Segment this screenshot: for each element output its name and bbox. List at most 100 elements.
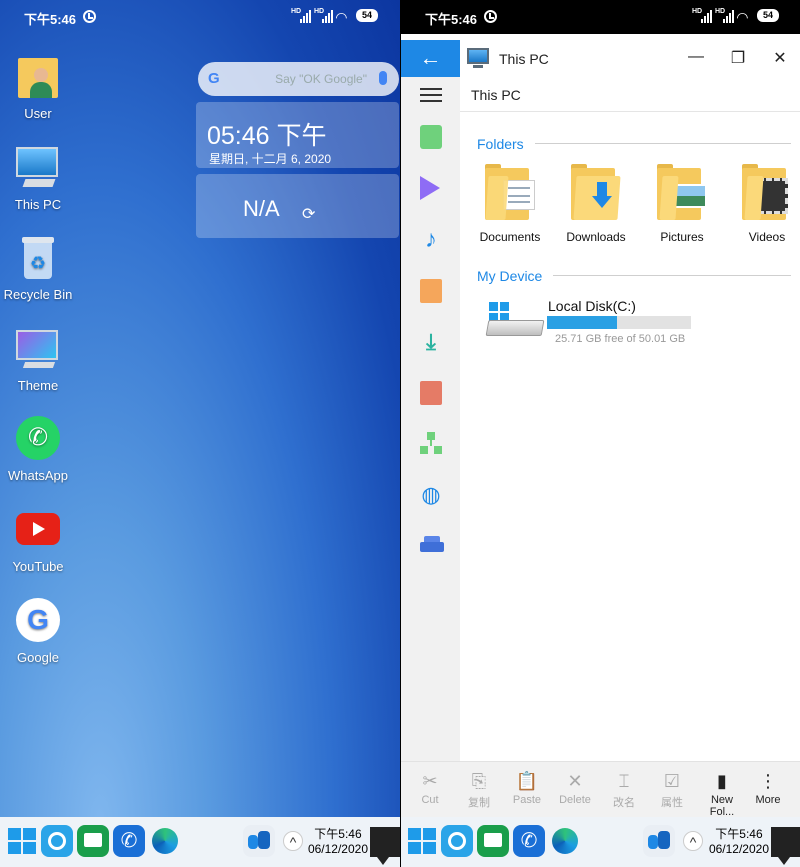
action-label: 复制 xyxy=(468,797,490,809)
folder-label: Pictures xyxy=(660,230,704,244)
action-label: Cut xyxy=(421,794,439,806)
desktop-icon-whatsapp[interactable]: ✆ WhatsApp xyxy=(0,414,76,483)
chevron-up-icon[interactable]: ^ xyxy=(683,831,703,851)
action-label: Paste xyxy=(512,794,542,806)
disk-usage-bar xyxy=(547,316,691,329)
sidebar-music-icon[interactable]: ♪ xyxy=(420,228,442,252)
taskbar-clock[interactable]: 下午5:46 06/12/2020 xyxy=(308,827,368,857)
status-time: 下午5:46 xyxy=(425,12,478,27)
action-label: Delete xyxy=(559,794,591,806)
phone-icon[interactable]: ✆ xyxy=(113,825,145,857)
desktop-icon-theme[interactable]: Theme xyxy=(0,324,76,393)
signal-icon xyxy=(701,9,712,23)
desktop-icon-this-pc[interactable]: This PC xyxy=(0,143,76,212)
people-icon[interactable] xyxy=(243,825,275,857)
folder-label: Documents xyxy=(479,230,541,244)
clock-date: 星期日, 十二月 6, 2020 xyxy=(209,152,332,166)
desktop-icon-youtube[interactable]: YouTube xyxy=(0,505,76,574)
clock-widget[interactable]: 05:46 下午 星期日, 十二月 6, 2020 xyxy=(196,102,399,168)
status-bar-right: 下午5:46 HD HD ◠ 54 xyxy=(401,0,800,34)
recycle-bin-icon: ♻ xyxy=(14,233,62,281)
launcher-icon[interactable] xyxy=(441,825,473,857)
action-icon: ☑ xyxy=(663,771,681,791)
taskbar-time: 下午5:46 xyxy=(314,827,362,841)
desktop-icon-google[interactable]: G Google xyxy=(0,596,76,665)
messages-icon[interactable] xyxy=(77,825,109,857)
action-7[interactable]: ⋮ More xyxy=(745,768,791,806)
edge-icon[interactable] xyxy=(149,825,181,857)
action-5[interactable]: ☑ 属性 xyxy=(649,768,695,810)
explorer-pane: 下午5:46 HD HD ◠ 54 ← This PC — ❐ ✕ ♪ ⤓ ◍ xyxy=(401,0,800,867)
taskbar-clock[interactable]: 下午5:46 06/12/2020 xyxy=(709,827,769,857)
refresh-icon[interactable]: ⟳ xyxy=(302,204,315,224)
messages-icon[interactable] xyxy=(477,825,509,857)
action-icon: 📋 xyxy=(515,771,539,791)
minimize-button[interactable]: — xyxy=(686,48,706,66)
google-search-widget[interactable]: G Say "OK Google" xyxy=(198,62,399,96)
disk-name[interactable]: Local Disk(C:) xyxy=(548,298,636,314)
close-button[interactable]: ✕ xyxy=(770,48,790,68)
disk-free-text: 25.71 GB free of 50.01 GB xyxy=(555,333,686,345)
computer-icon xyxy=(467,48,489,68)
breadcrumb-item[interactable]: This PC xyxy=(471,87,521,103)
action-icon: ⌶ xyxy=(618,771,630,791)
theme-icon xyxy=(14,324,62,372)
action-2[interactable]: 📋 Paste xyxy=(504,768,550,806)
wifi-icon: ◠ xyxy=(737,9,748,25)
chevron-up-icon[interactable]: ^ xyxy=(283,831,303,851)
notification-icon[interactable] xyxy=(370,827,400,865)
folder-label: Videos xyxy=(748,230,786,244)
desktop-icon-label: WhatsApp xyxy=(8,468,68,483)
back-button[interactable]: ← xyxy=(401,40,460,77)
start-button[interactable] xyxy=(406,825,438,857)
launcher-icon[interactable] xyxy=(41,825,73,857)
phone-icon[interactable]: ✆ xyxy=(513,825,545,857)
taskbar: ✆ ^ 下午5:46 06/12/2020 xyxy=(0,817,400,867)
sidebar-images-icon[interactable] xyxy=(420,125,442,149)
folder-pictures[interactable]: Pictures xyxy=(642,164,722,244)
alarm-icon xyxy=(83,10,96,23)
sidebar-documents-icon[interactable] xyxy=(420,279,442,303)
sidebar-drive-icon[interactable] xyxy=(420,534,444,558)
weather-widget[interactable]: N/A ⟳ xyxy=(196,174,399,238)
disk-usage-fill xyxy=(547,316,617,329)
google-logo-icon: G xyxy=(208,70,220,87)
edge-icon[interactable] xyxy=(549,825,581,857)
people-icon[interactable] xyxy=(643,825,675,857)
sidebar-downloads-icon[interactable]: ⤓ xyxy=(420,330,442,354)
action-1[interactable]: ⎘ 复制 xyxy=(456,768,502,810)
action-3[interactable]: ✕ Delete xyxy=(552,768,598,806)
taskbar-date: 06/12/2020 xyxy=(307,842,368,856)
sidebar-video-icon[interactable] xyxy=(420,176,442,200)
start-button[interactable] xyxy=(6,825,38,857)
mic-icon[interactable] xyxy=(379,71,387,85)
battery-icon: 54 xyxy=(757,9,779,22)
clock-time: 05:46 下午 xyxy=(207,122,327,150)
folder-documents[interactable]: Documents xyxy=(470,164,550,244)
desktop-icon-label: YouTube xyxy=(12,559,64,574)
desktop-icon-user[interactable]: User xyxy=(0,52,76,121)
desktop-icon-label: Google xyxy=(17,650,59,665)
desktop-icon-recycle-bin[interactable]: ♻ Recycle Bin xyxy=(0,233,76,302)
folder-downloads[interactable]: Downloads xyxy=(556,164,636,244)
action-label: New Fol... xyxy=(709,794,735,818)
restore-button[interactable]: ❐ xyxy=(728,48,748,68)
weather-value: N/A xyxy=(243,196,280,221)
disk-drive-icon[interactable] xyxy=(485,296,545,344)
taskbar-date: 06/12/2020 xyxy=(708,842,769,856)
alarm-icon xyxy=(484,10,497,23)
menu-icon[interactable] xyxy=(420,88,442,102)
action-0[interactable]: ✂ Cut xyxy=(407,768,453,806)
action-6[interactable]: ▮ New Fol... xyxy=(699,768,745,818)
action-label: More xyxy=(755,794,781,806)
sidebar-apps-icon[interactable] xyxy=(420,381,442,405)
sidebar-network-icon[interactable] xyxy=(420,432,442,456)
folder-label: Downloads xyxy=(566,230,626,244)
action-label: 属性 xyxy=(661,797,683,809)
notification-icon[interactable] xyxy=(771,827,800,865)
sidebar-web-icon[interactable]: ◍ xyxy=(420,483,442,507)
action-4[interactable]: ⌶ 改名 xyxy=(601,768,647,810)
documents-folder-icon xyxy=(485,164,535,220)
folder-videos[interactable]: Videos xyxy=(727,164,800,244)
section-divider xyxy=(535,143,791,144)
